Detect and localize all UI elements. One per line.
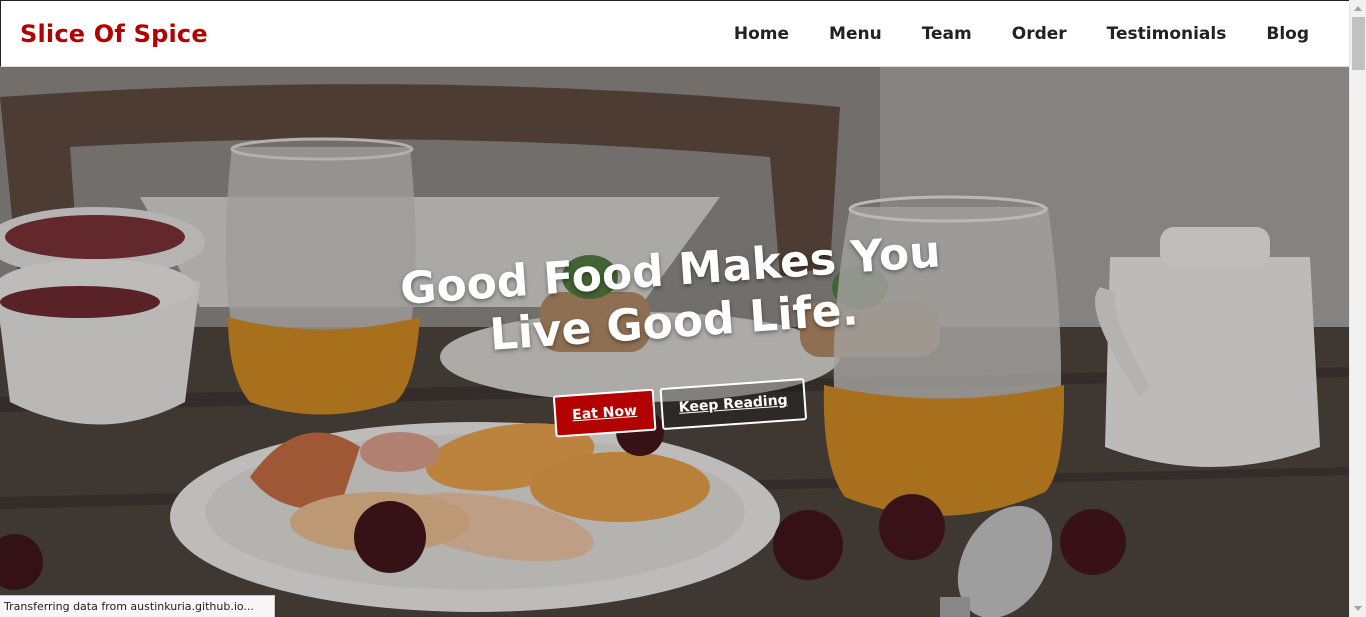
navbar: Slice Of Spice Home Menu Team Order Test… xyxy=(0,0,1349,67)
page-scrollbar[interactable] xyxy=(1349,0,1366,617)
scroll-up-icon[interactable] xyxy=(1354,6,1362,11)
nav-item-home: Home xyxy=(734,24,789,44)
nav-item-team: Team xyxy=(922,24,972,44)
scrollbar-thumb[interactable] xyxy=(1352,17,1365,70)
nav-link-menu[interactable]: Menu xyxy=(829,24,882,44)
nav-menu: Home Menu Team Order Testimonials Blog xyxy=(734,24,1309,44)
nav-link-blog[interactable]: Blog xyxy=(1266,24,1309,44)
nav-link-order[interactable]: Order xyxy=(1012,24,1067,44)
browser-status-bar: Transferring data from austinkuria.githu… xyxy=(0,595,275,617)
nav-item-menu: Menu xyxy=(829,24,882,44)
hero-section: Good Food Makes You Live Good Life. Eat … xyxy=(0,67,1349,617)
nav-item-testimonials: Testimonials xyxy=(1107,24,1227,44)
nav-item-blog: Blog xyxy=(1266,24,1309,44)
brand-logo[interactable]: Slice Of Spice xyxy=(20,20,208,48)
nav-link-testimonials[interactable]: Testimonials xyxy=(1107,24,1227,44)
eat-now-button[interactable]: Eat Now xyxy=(552,388,657,438)
nav-item-order: Order xyxy=(1012,24,1067,44)
scroll-down-icon[interactable] xyxy=(1354,606,1362,611)
nav-link-home[interactable]: Home xyxy=(734,24,789,44)
nav-link-team[interactable]: Team xyxy=(922,24,972,44)
